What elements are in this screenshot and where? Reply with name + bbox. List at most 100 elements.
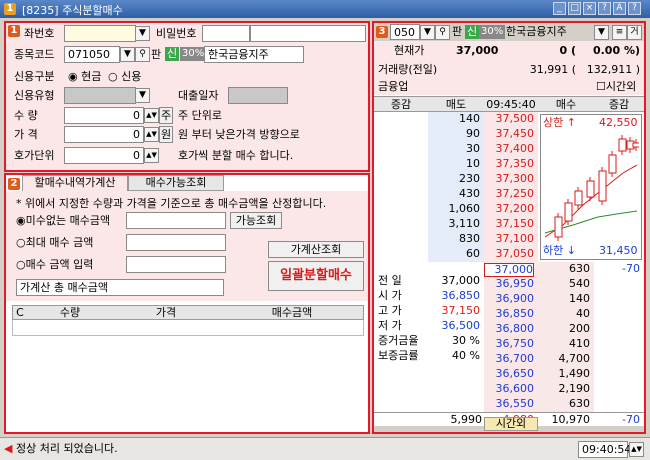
info-label: 고 가 — [378, 304, 402, 317]
credit-kind-select[interactable] — [64, 87, 136, 104]
check-available-button[interactable]: 가능조회 — [230, 212, 282, 229]
calc-query-button[interactable]: 가계산조회 — [268, 241, 364, 258]
price-input[interactable]: 0 — [64, 126, 144, 143]
search-icon[interactable]: ⚲ — [135, 47, 150, 62]
ask-qty: 230 — [459, 172, 480, 185]
quote-toolbar: 3 050 ▼ ⚲ 판 신 30% 한국금융지주 ▼ ≡ 거 — [374, 23, 644, 41]
quantity-stepper[interactable]: ▲▼ — [144, 108, 159, 123]
total-calc-field: 가계산 총 매수금액 — [16, 279, 224, 296]
quantity-suffix: 주 단위로 — [178, 109, 222, 122]
quantity-input[interactable]: 0 — [64, 107, 144, 124]
quote-pan-label: 판 — [452, 25, 463, 38]
stock-name-field: 한국금융지주 — [204, 46, 304, 63]
quantity-unit-button[interactable]: 주 — [159, 107, 173, 124]
radio-no-margin[interactable]: ◉미수없는 매수금액 — [16, 214, 110, 228]
bid-qty: 40 — [576, 307, 590, 320]
bid-price: 36,700 — [495, 352, 535, 365]
after-hours-checkbox[interactable]: ☐시간외 — [596, 81, 636, 93]
stock-code-input[interactable]: 071050 — [64, 46, 120, 63]
info-label: 전 일 — [378, 274, 402, 287]
ask-price: 37,300 — [495, 172, 535, 185]
tick-unit-label: 호가단위 — [14, 149, 55, 162]
after-hours-button[interactable]: 시간외 — [484, 417, 538, 431]
radio-max-amount[interactable]: ○최대 매수 금액 — [16, 236, 93, 250]
mini-chart: 상한 ↑ 42,550 하한 ↓ 31,450 — [540, 114, 642, 260]
radio-cash[interactable]: ◉ 현금 — [68, 70, 101, 84]
result-row — [12, 320, 364, 336]
bid-qty: 140 — [569, 292, 590, 305]
info-label: 시 가 — [378, 289, 402, 302]
bid-price: 37,000 — [484, 263, 534, 277]
bid-qty: 630 — [569, 262, 590, 275]
quote-code-input[interactable]: 050 — [390, 24, 420, 40]
app-icon: 1 — [4, 3, 16, 15]
bid-qty: 4,700 — [558, 352, 591, 365]
price-change: 0 ( — [559, 44, 576, 57]
bid-price: 36,750 — [495, 337, 535, 350]
credit-kind-label: 신용유형 — [14, 89, 55, 102]
candle-body — [554, 216, 563, 238]
radio-cash-label: 현금 — [81, 70, 102, 83]
buy-amount-input[interactable] — [126, 256, 226, 273]
credit-kind-dropdown-icon[interactable]: ▼ — [135, 88, 150, 103]
margin-badge: 30% — [180, 47, 207, 61]
info-icon[interactable]: ? — [628, 2, 641, 15]
code-dropdown-icon[interactable]: ▼ — [120, 47, 135, 62]
list-icon[interactable]: ≡ — [612, 25, 627, 40]
radio-credit[interactable]: ○ 신용 — [108, 70, 141, 84]
credit-type-label: 신용구분 — [14, 70, 55, 83]
trade-button[interactable]: 거 — [627, 25, 642, 40]
quote-panel: 3 050 ▼ ⚲ 판 신 30% 한국금융지주 ▼ ≡ 거 현재가 37,00… — [372, 21, 646, 434]
bid-change: -70 — [622, 262, 640, 275]
quote-code-dropdown-icon[interactable]: ▼ — [420, 25, 435, 40]
loan-date-input[interactable] — [228, 87, 288, 104]
ask-qty: 140 — [459, 112, 480, 125]
quote-credit-badge: 신 — [465, 25, 480, 39]
tab-split-calc[interactable]: 할매수내역가계산 — [22, 175, 128, 191]
hdr-bid-change: 증감 — [608, 98, 630, 111]
radio-input-amount[interactable]: ○매수 금액 입력 — [16, 258, 93, 272]
volume-label: 거래량(전일) — [378, 63, 438, 76]
info-value: 36,500 — [441, 319, 481, 332]
ask-price: 37,150 — [495, 217, 535, 230]
price-unit-button[interactable]: 원 — [159, 126, 173, 143]
status-message: 정상 처리 되었습니다. — [16, 442, 118, 455]
info-label: 보증금률 — [378, 349, 419, 362]
candle-chart — [544, 135, 639, 241]
account-input[interactable] — [64, 25, 136, 42]
calc-panel: 2 할매수내역가계산 매수가능조회 * 위에서 지정한 수량과 가격을 기준으로… — [4, 173, 370, 434]
candle-body — [564, 202, 573, 222]
price-stepper[interactable]: ▲▼ — [144, 127, 159, 142]
ask-price: 37,050 — [495, 247, 535, 260]
calc-description: * 위에서 지정한 수량과 가격을 기준으로 총 매수금액을 산정합니다. — [16, 197, 327, 210]
pan-label: 판 — [151, 48, 162, 61]
password-label: 비밀번호 — [156, 27, 197, 40]
loan-date-label: 대출일자 — [178, 89, 219, 102]
bid-qty: 200 — [569, 322, 590, 335]
bid-qty: 2,190 — [558, 382, 591, 395]
close-x-icon[interactable]: × — [583, 2, 596, 15]
upper-limit-value: 42,550 — [599, 116, 638, 129]
tab-buy-available[interactable]: 매수가능조회 — [128, 175, 224, 191]
bulk-split-buy-button[interactable]: 일괄분할매수 — [268, 261, 364, 291]
quote-name-dropdown-icon[interactable]: ▼ — [594, 25, 609, 40]
prev-volume: 132,911 ) — [586, 63, 640, 76]
orderbook: 상한 ↑ 42,550 하한 ↓ 31,450 140 37,500 90 37,45… — [374, 112, 644, 412]
bid-price: 36,950 — [495, 277, 535, 290]
radio-no-margin-label: 미수없는 매수금액 — [25, 214, 111, 227]
ask-qty: 830 — [459, 232, 480, 245]
hdr-ask: 매도 — [445, 98, 467, 111]
tick-unit-stepper[interactable]: ▲▼ — [144, 148, 159, 163]
time-stepper[interactable]: ▲▼ — [629, 442, 644, 457]
account-dropdown-icon[interactable]: ▼ — [135, 26, 150, 41]
font-icon[interactable]: A — [613, 2, 626, 15]
ask-price: 37,400 — [495, 142, 535, 155]
info-value: 30 % — [452, 334, 480, 347]
ask-price: 37,450 — [495, 127, 535, 140]
pin-icon[interactable]: _ — [553, 2, 566, 15]
quote-search-icon[interactable]: ⚲ — [435, 25, 450, 40]
restore-icon[interactable]: □ — [568, 2, 581, 15]
password-input[interactable] — [202, 25, 250, 42]
tick-unit-input[interactable]: 0 — [64, 147, 144, 164]
help-icon[interactable]: ? — [598, 2, 611, 15]
